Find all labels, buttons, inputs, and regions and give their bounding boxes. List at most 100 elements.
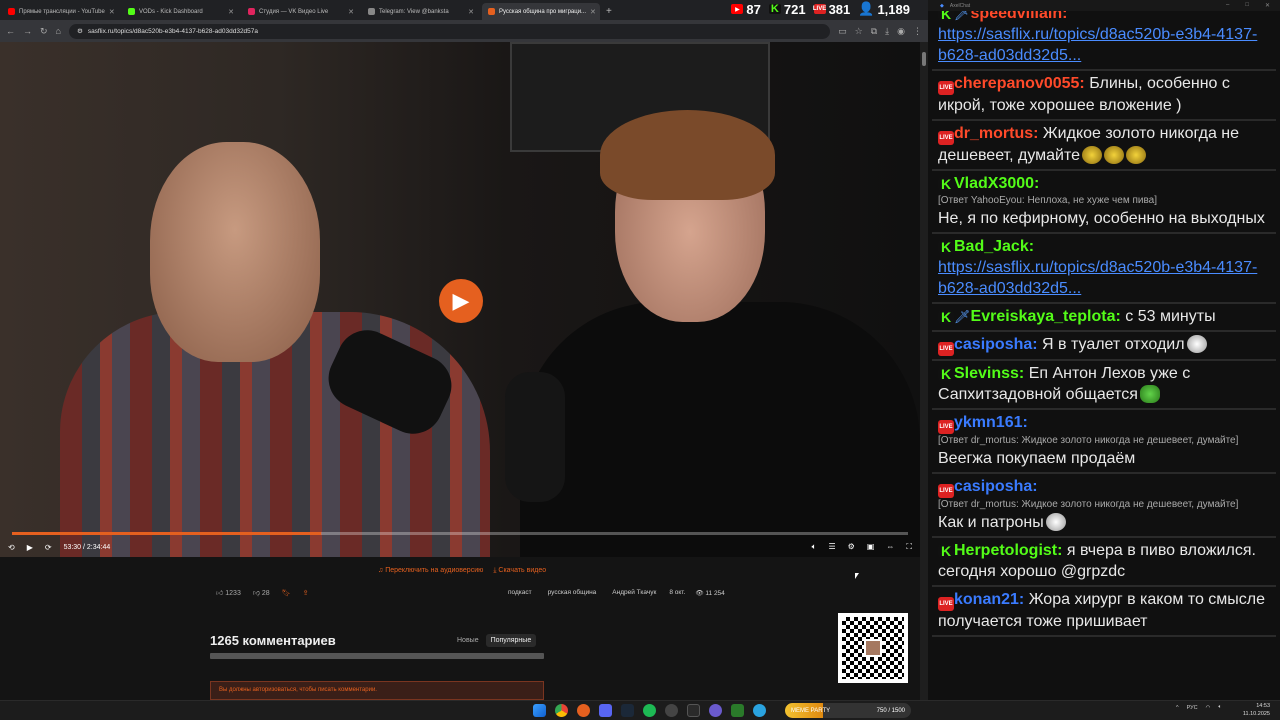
youtube-count: 87 bbox=[746, 1, 761, 17]
scrollbar-thumb[interactable] bbox=[922, 52, 926, 66]
tab-favicon bbox=[368, 8, 375, 15]
viewer-stats: ▶ 87 K 721 LIVE 381 👤 1,189 bbox=[731, 1, 910, 17]
address-bar-row: ← → ↻ ⌂ ⚙ sasflix.ru/topics/d8ac520b-e3b4… bbox=[0, 20, 928, 42]
start-icon[interactable] bbox=[533, 704, 546, 717]
cast-icon[interactable]: ▭ bbox=[838, 26, 847, 37]
tab-close-icon[interactable]: ✕ bbox=[109, 8, 115, 16]
site-info-icon[interactable]: ⚙ bbox=[77, 27, 83, 35]
rewind-icon[interactable]: ⟲ bbox=[8, 543, 15, 552]
volume-tray-icon[interactable]: 🔈︎ bbox=[1218, 704, 1221, 711]
firefox-icon[interactable] bbox=[577, 704, 590, 717]
forward-skip-icon[interactable]: ⟳ bbox=[45, 543, 52, 552]
play-button[interactable]: ▶ bbox=[439, 279, 483, 323]
close-icon[interactable]: ✕ bbox=[1265, 2, 1270, 9]
chat-username[interactable]: casiposha: bbox=[954, 336, 1038, 353]
volume-icon[interactable]: 🔈︎ bbox=[812, 542, 817, 552]
tab-close-icon[interactable]: ✕ bbox=[348, 8, 354, 16]
auth-notice[interactable]: Вы должны авторизоваться, чтобы писать к… bbox=[210, 681, 544, 700]
maximize-icon[interactable]: □ bbox=[1245, 2, 1249, 9]
settings-icon[interactable]: ⚙ bbox=[848, 542, 855, 552]
chat-username[interactable]: Slevinss: bbox=[954, 365, 1024, 382]
spotify-icon[interactable] bbox=[643, 704, 656, 717]
chat-message: LIVEcasiposha: [Ответ dr_mortus: Жидкое … bbox=[932, 474, 1276, 538]
fullscreen-icon[interactable]: ⛶ bbox=[906, 542, 912, 552]
dislike-button[interactable]: 👎︎ 28 bbox=[253, 588, 270, 597]
chat-username[interactable]: Herpetologist: bbox=[954, 542, 1062, 559]
chat-username[interactable]: konan21: bbox=[954, 591, 1024, 608]
chevron-up-icon[interactable]: ^ bbox=[1176, 705, 1179, 711]
chat-username[interactable]: VladX3000: bbox=[954, 175, 1039, 192]
browser-tab[interactable]: Прямые трансляции - YouTube ✕ bbox=[2, 3, 120, 20]
play-icon[interactable]: ▶ bbox=[27, 543, 33, 552]
chat-link[interactable]: https://sasflix.ru/topics/d8ac520b-e3b4-… bbox=[938, 24, 1270, 66]
app-icon[interactable] bbox=[709, 704, 722, 717]
extensions-icon[interactable]: ⧉ bbox=[871, 26, 877, 37]
tab-new[interactable]: Новые bbox=[452, 634, 484, 647]
url-input[interactable]: ⚙ sasflix.ru/topics/d8ac520b-e3b4-4137-b6… bbox=[68, 23, 831, 39]
home-icon[interactable]: ⌂ bbox=[56, 26, 61, 36]
like-button[interactable]: 👍︎ 1233 bbox=[216, 588, 241, 597]
meme-party-widget[interactable]: MEME PARTY 750 / 1500 bbox=[785, 703, 911, 718]
discord-icon[interactable] bbox=[599, 704, 612, 717]
browser-tab[interactable]: Русская община про миграци... ✕ bbox=[482, 3, 600, 20]
video-links: ♫ Переключить на аудиоверсию ⤓ Скачать в… bbox=[378, 567, 546, 575]
download-video-link[interactable]: ⤓ Скачать видео bbox=[493, 567, 546, 575]
profile-icon[interactable]: ◉ bbox=[897, 26, 905, 37]
video-player[interactable]: ▶ ⟲ ▶ ⟳ 53:30 / 2:34:44 🔈︎ ☰ ⚙ ▣ ⇔ ⛶ bbox=[0, 42, 920, 557]
tab-close-icon[interactable]: ✕ bbox=[468, 8, 474, 16]
bookmark-star-icon[interactable]: ☆ bbox=[855, 26, 863, 37]
browser-tab[interactable]: VODs - Kick Dashboard ✕ bbox=[122, 3, 240, 20]
steam-icon[interactable] bbox=[621, 704, 634, 717]
page-scrollbar[interactable] bbox=[920, 42, 928, 700]
obs-icon[interactable] bbox=[687, 704, 700, 717]
tag[interactable]: подкаст bbox=[505, 588, 535, 597]
chrome-icon[interactable] bbox=[555, 704, 568, 717]
app-icon[interactable] bbox=[665, 704, 678, 717]
chat-username[interactable]: Bad_Jack: bbox=[954, 238, 1034, 255]
app-icon[interactable] bbox=[731, 704, 744, 717]
tab-close-icon[interactable]: ✕ bbox=[590, 8, 596, 16]
comments-divider bbox=[210, 653, 544, 659]
wifi-icon[interactable]: ◠ bbox=[1206, 705, 1211, 711]
theater-icon[interactable]: ⇔ bbox=[886, 542, 894, 552]
chapters-icon[interactable]: ☰ bbox=[828, 542, 835, 552]
reload-icon[interactable]: ↻ bbox=[40, 26, 48, 37]
chat-link[interactable]: https://sasflix.ru/topics/d8ac520b-e3b4-… bbox=[938, 257, 1270, 299]
back-icon[interactable]: ← bbox=[6, 26, 15, 36]
clock[interactable]: 14:53 11.10.2025 bbox=[1243, 702, 1270, 718]
new-tab-button[interactable]: + bbox=[606, 6, 612, 17]
chat-username[interactable]: ykmn161: bbox=[954, 414, 1028, 431]
tag[interactable]: русская община bbox=[545, 588, 600, 597]
chat-username[interactable]: dr_mortus: bbox=[954, 125, 1038, 142]
browser-tab[interactable]: Telegram: View @banksta ✕ bbox=[362, 3, 480, 20]
tab-close-icon[interactable]: ✕ bbox=[228, 8, 234, 16]
language-indicator[interactable]: РУС bbox=[1187, 705, 1198, 711]
chat-username[interactable]: casiposha: bbox=[954, 478, 1038, 495]
qr-avatar bbox=[864, 639, 882, 657]
tags-row: подкаст русская община Андрей Ткачук 8 о… bbox=[505, 588, 725, 597]
person-icon: 👤 bbox=[858, 1, 875, 16]
miniplayer-icon[interactable]: ▣ bbox=[867, 542, 875, 552]
minimize-icon[interactable]: – bbox=[1226, 2, 1229, 9]
telegram-icon[interactable] bbox=[753, 704, 766, 717]
bookmark-icon[interactable]: 🔖︎ bbox=[282, 589, 291, 597]
chat-message: K VladX3000: [Ответ YahooEyou: Неплоха, н… bbox=[932, 171, 1276, 234]
tab-title: Студия — VK Видео Live bbox=[259, 8, 329, 15]
chat-username[interactable]: speedvillain: bbox=[971, 11, 1068, 22]
share-icon[interactable]: ⇪ bbox=[303, 589, 309, 597]
microphone bbox=[505, 372, 565, 502]
download-icon[interactable]: ⤓ bbox=[885, 26, 889, 37]
progress-bar[interactable] bbox=[12, 532, 908, 535]
reply-quote: [Ответ dr_mortus: Жидкое золото никогда … bbox=[938, 499, 1239, 510]
tag[interactable]: Андрей Ткачук bbox=[609, 588, 659, 597]
chat-username[interactable]: cherepanov0055: bbox=[954, 75, 1085, 92]
tab-favicon bbox=[488, 8, 495, 15]
emote-icon bbox=[1186, 335, 1207, 353]
browser-tab[interactable]: Студия — VK Видео Live ✕ bbox=[242, 3, 360, 20]
forward-icon[interactable]: → bbox=[23, 26, 32, 36]
chat-username[interactable]: Evreiskaya_teplota: bbox=[971, 308, 1121, 325]
menu-icon[interactable]: ⋮ bbox=[913, 26, 922, 37]
kick-icon: K bbox=[938, 11, 954, 21]
audio-version-link[interactable]: ♫ Переключить на аудиоверсию bbox=[378, 567, 483, 575]
tab-popular[interactable]: Популярные bbox=[485, 634, 537, 647]
